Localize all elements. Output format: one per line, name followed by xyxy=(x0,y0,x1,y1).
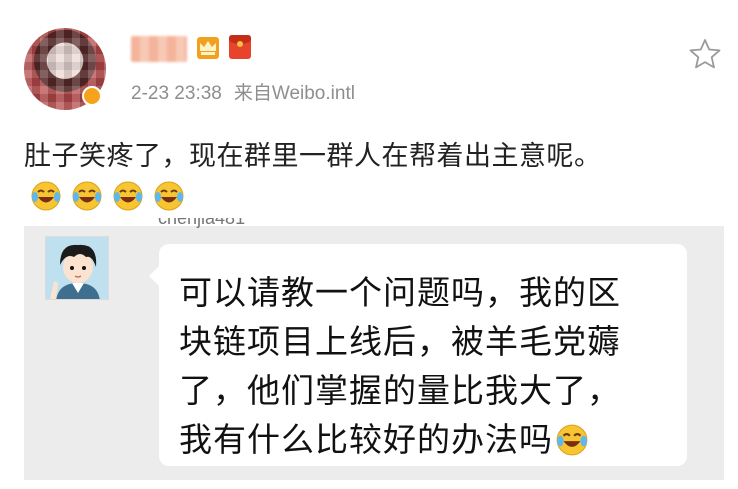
post-text: 肚子笑疼了，现在群里一群人在帮着出主意呢。 xyxy=(24,141,602,172)
verified-badge-icon xyxy=(82,86,102,106)
laugh-cry-icon xyxy=(556,424,588,456)
chat-screenshot: chenjia481 可以请教一个问题吗，我的区 块链项目上线后，被羊毛党薅 了… xyxy=(24,218,724,480)
emoji-row xyxy=(30,180,185,212)
chat-message-line-last: 我有什么比较好的办法吗 xyxy=(179,413,589,461)
vip-crown-icon[interactable] xyxy=(197,37,219,59)
chat-message-bubble: 可以请教一个问题吗，我的区 块链项目上线后，被羊毛党薅 了，他们掌握的量比我大了… xyxy=(149,244,687,466)
post-meta: 2-23 23:38 来自Weibo.intl xyxy=(131,78,355,105)
chat-avatar xyxy=(45,236,109,300)
username-blurred[interactable]: 晴马 xyxy=(131,36,187,62)
laugh-cry-icon xyxy=(154,181,184,211)
post-source[interactable]: 来自Weibo.intl xyxy=(234,83,355,104)
star-icon[interactable] xyxy=(689,38,721,70)
post-timestamp: 2-23 23:38 xyxy=(131,83,222,104)
laugh-cry-icon xyxy=(113,181,143,211)
laugh-cry-icon xyxy=(72,181,102,211)
red-packet-icon[interactable] xyxy=(229,35,251,59)
chat-message-line: 了，他们掌握的量比我大了， xyxy=(179,371,621,410)
chat-sender-name: chenjia481 xyxy=(158,218,246,228)
chat-message-line: 块链项目上线后，被羊毛党薅 xyxy=(179,322,621,361)
cartoon-boy-icon xyxy=(46,237,108,299)
chat-message-line: 可以请教一个问题吗，我的区 xyxy=(179,273,621,312)
laugh-cry-icon xyxy=(31,181,61,211)
